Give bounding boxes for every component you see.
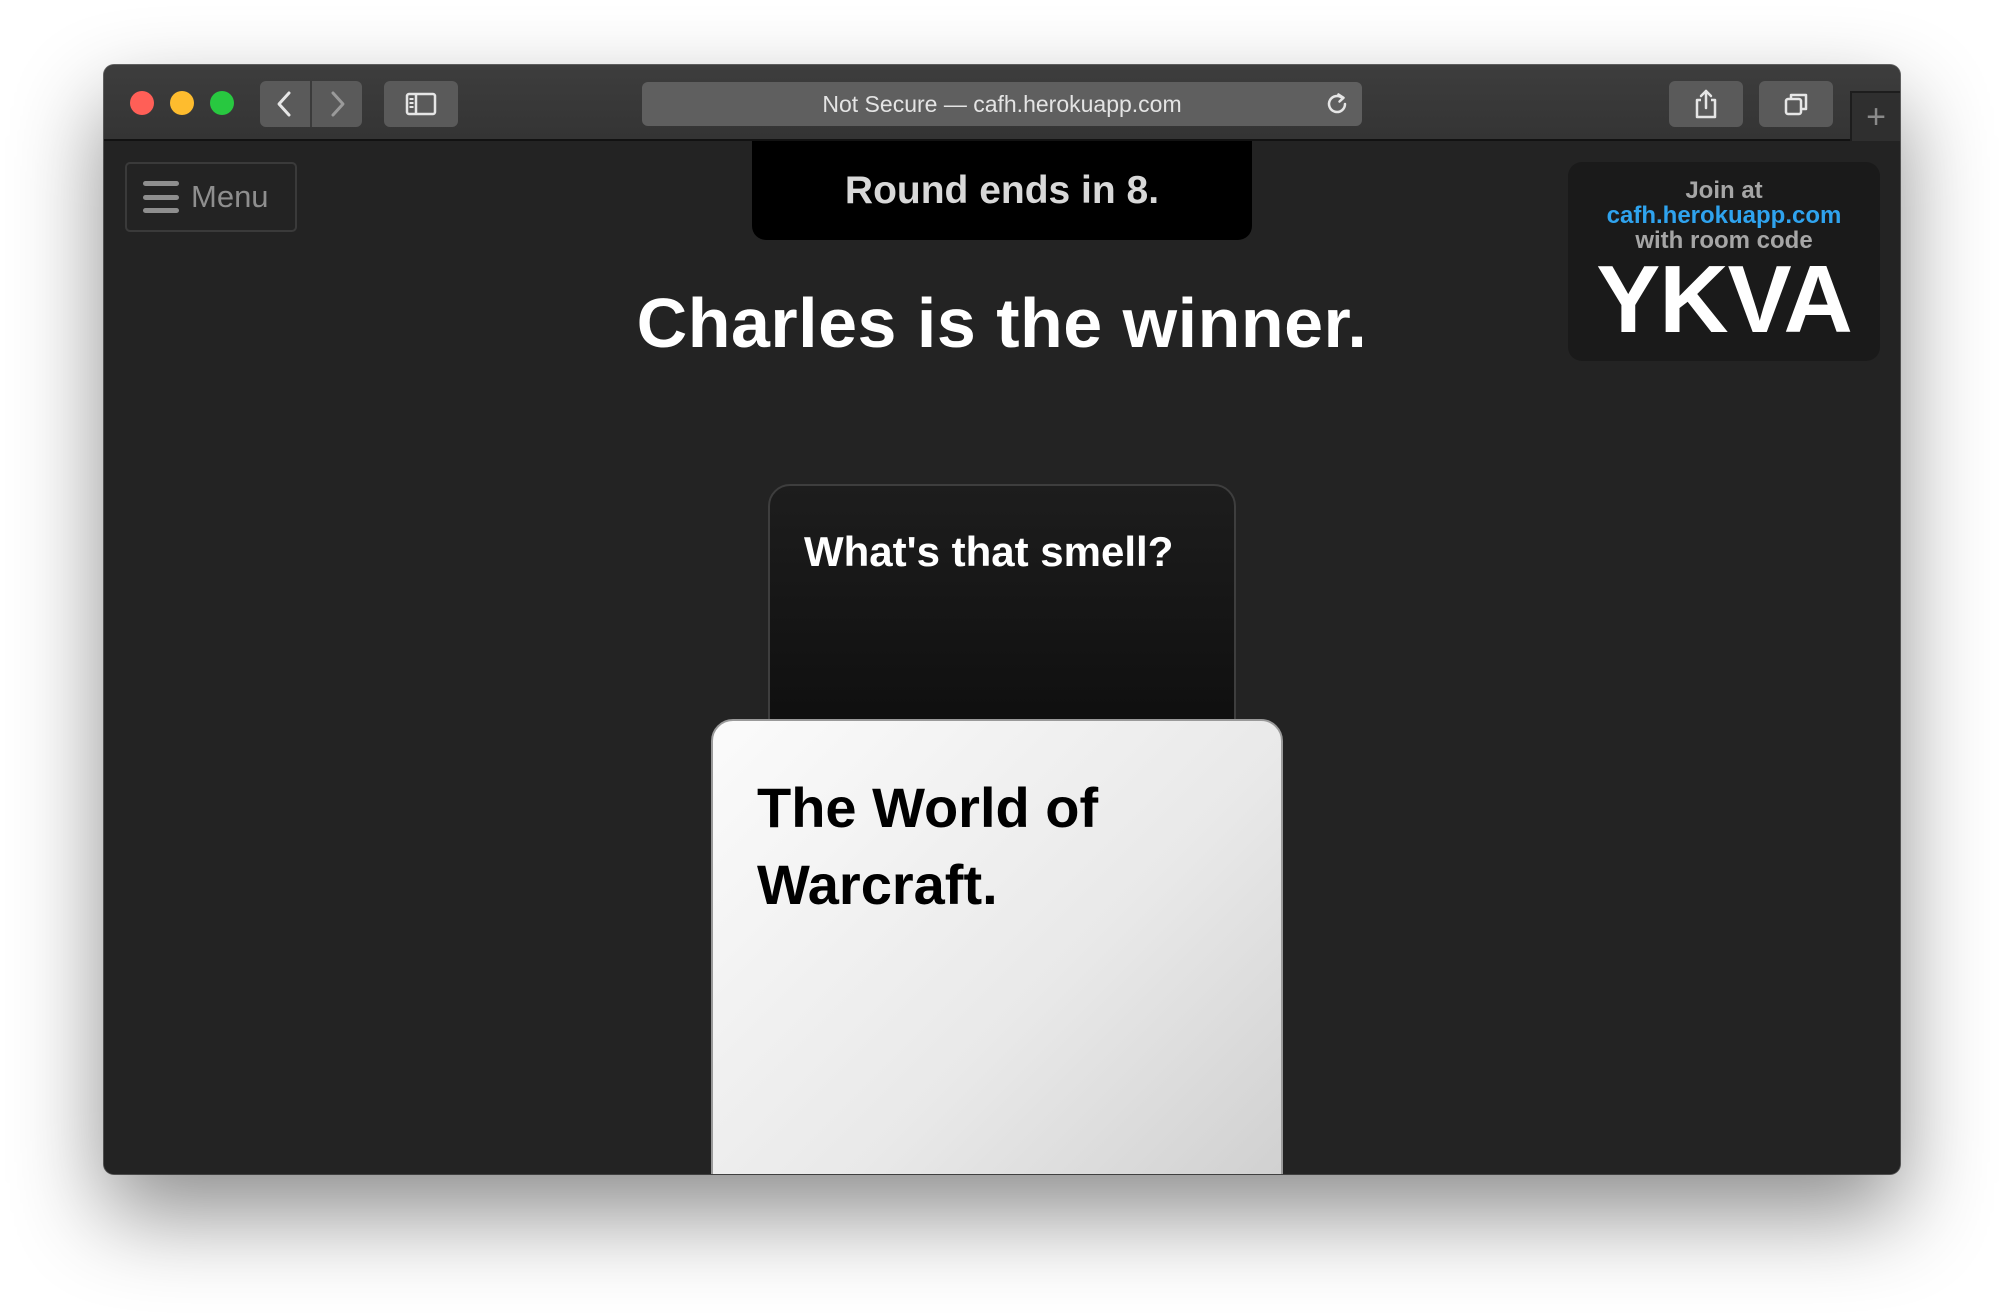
game-page: Menu Round ends in 8. Charles is the win… bbox=[104, 141, 1900, 1174]
screenshot-stage: Not Secure — cafh.herokuapp.com + Menu R… bbox=[0, 0, 2004, 1313]
back-button[interactable] bbox=[260, 81, 310, 127]
reload-button[interactable] bbox=[1324, 91, 1350, 117]
menu-button[interactable]: Menu bbox=[125, 162, 297, 232]
address-bar[interactable]: Not Secure — cafh.herokuapp.com bbox=[642, 82, 1362, 126]
black-card-text: What's that smell? bbox=[804, 528, 1174, 575]
sidebar-icon bbox=[405, 92, 437, 116]
menu-label: Menu bbox=[191, 179, 269, 214]
white-card-text: The World of Warcraft. bbox=[757, 776, 1099, 916]
winning-white-card[interactable]: The World of Warcraft. bbox=[711, 719, 1283, 1174]
tabs-overview-icon bbox=[1784, 93, 1808, 116]
browser-window: Not Secure — cafh.herokuapp.com + Menu R… bbox=[104, 65, 1900, 1174]
minimize-window-button[interactable] bbox=[170, 91, 194, 115]
round-timer: Round ends in 8. bbox=[752, 141, 1252, 240]
share-icon bbox=[1695, 89, 1717, 119]
join-at-label: Join at bbox=[1685, 177, 1763, 204]
room-code: YKVA bbox=[1596, 246, 1853, 353]
navigation-buttons bbox=[260, 81, 362, 127]
show-tabs-button[interactable] bbox=[1759, 81, 1833, 127]
chevron-left-icon bbox=[277, 91, 291, 117]
join-url-link[interactable]: cafh.herokuapp.com bbox=[1568, 203, 1880, 228]
address-text: Not Secure — cafh.herokuapp.com bbox=[822, 90, 1182, 117]
zoom-window-button[interactable] bbox=[210, 91, 234, 115]
new-tab-button[interactable]: + bbox=[1850, 91, 1900, 141]
browser-toolbar: Not Secure — cafh.herokuapp.com + bbox=[104, 65, 1900, 141]
reload-icon bbox=[1327, 93, 1347, 114]
share-button[interactable] bbox=[1669, 81, 1743, 127]
join-info-panel: Join at cafh.herokuapp.com with room cod… bbox=[1568, 162, 1880, 361]
close-window-button[interactable] bbox=[130, 91, 154, 115]
hamburger-icon bbox=[143, 181, 179, 213]
sidebar-toggle-button[interactable] bbox=[384, 81, 458, 127]
forward-button[interactable] bbox=[310, 81, 362, 127]
chevron-right-icon bbox=[331, 91, 345, 117]
